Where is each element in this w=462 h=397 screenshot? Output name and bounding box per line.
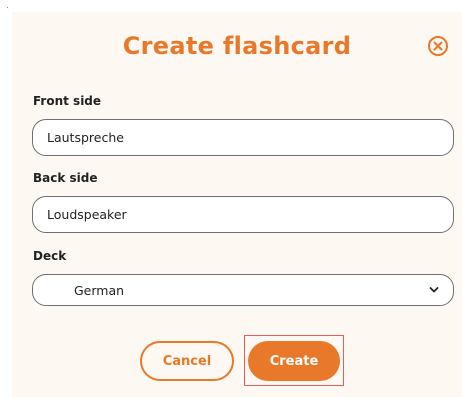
deck-selected-value: German: [74, 283, 125, 298]
dialog-title: Create flashcard: [122, 32, 352, 60]
front-side-input[interactable]: [32, 119, 454, 156]
corner-artifact: [7, 7, 8, 8]
create-flashcard-dialog: Create flashcard Front side Back side De…: [12, 12, 462, 397]
close-icon: [433, 41, 443, 51]
front-side-label: Front side: [33, 94, 102, 108]
back-side-input[interactable]: [32, 196, 454, 233]
back-side-label: Back side: [33, 171, 98, 185]
chevron-down-icon: [429, 287, 439, 293]
close-button[interactable]: [428, 36, 448, 56]
create-button[interactable]: Create: [248, 341, 340, 381]
deck-select[interactable]: German: [32, 274, 454, 306]
cancel-button[interactable]: Cancel: [140, 341, 234, 381]
deck-label: Deck: [33, 249, 67, 263]
